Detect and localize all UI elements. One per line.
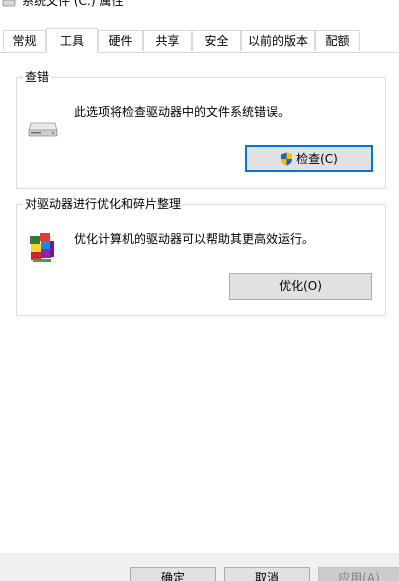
error-check-description: 此选项将检查驱动器中的文件系统错误。	[74, 105, 291, 119]
optimize-description: 优化计算机的驱动器可以帮助其更高效运行。	[74, 232, 315, 246]
optimize-title: 对驱动器进行优化和碎片整理	[23, 196, 184, 212]
properties-window: 系统文件 (C:) 属性 常规 工具 硬件 共享 安全 以前的版本 配额 查错 …	[0, 0, 399, 581]
check-button-label: 检查(C)	[296, 152, 338, 166]
tab-strip: 常规 工具 硬件 共享 安全 以前的版本 配额	[0, 28, 399, 53]
tab-tools[interactable]: 工具	[46, 28, 98, 53]
tab-quota[interactable]: 配额	[315, 30, 360, 51]
dialog-footer: 确定 取消 应用(A)	[0, 553, 399, 581]
tab-security[interactable]: 安全	[192, 30, 241, 51]
tools-panel: 查错 此选项将检查驱动器中的文件系统错误。 检查(C) 对驱动器进行优化和碎片整…	[0, 53, 399, 553]
tab-previous-versions[interactable]: 以前的版本	[241, 30, 315, 51]
apply-button[interactable]: 应用(A)	[318, 567, 399, 581]
ok-button[interactable]: 确定	[130, 567, 216, 581]
error-check-group: 查错 此选项将检查驱动器中的文件系统错误。 检查(C)	[16, 69, 386, 189]
error-check-title: 查错	[23, 69, 52, 85]
defrag-icon	[30, 233, 54, 262]
drive-icon	[2, 0, 16, 7]
optimize-button[interactable]: 优化(O)	[229, 273, 372, 300]
cancel-button[interactable]: 取消	[224, 567, 310, 581]
tab-hardware[interactable]: 硬件	[98, 30, 143, 51]
tab-general[interactable]: 常规	[3, 30, 46, 51]
optimize-group: 对驱动器进行优化和碎片整理 优化计算机的驱动器可以帮助其更高效运行。 优化(O)	[16, 196, 386, 316]
title-bar: 系统文件 (C:) 属性	[0, 0, 399, 12]
tab-sharing[interactable]: 共享	[143, 30, 192, 51]
drive-icon	[28, 122, 58, 137]
uac-shield-icon	[281, 152, 293, 165]
check-button[interactable]: 检查(C)	[245, 145, 373, 172]
window-title: 系统文件 (C:) 属性	[22, 0, 124, 8]
